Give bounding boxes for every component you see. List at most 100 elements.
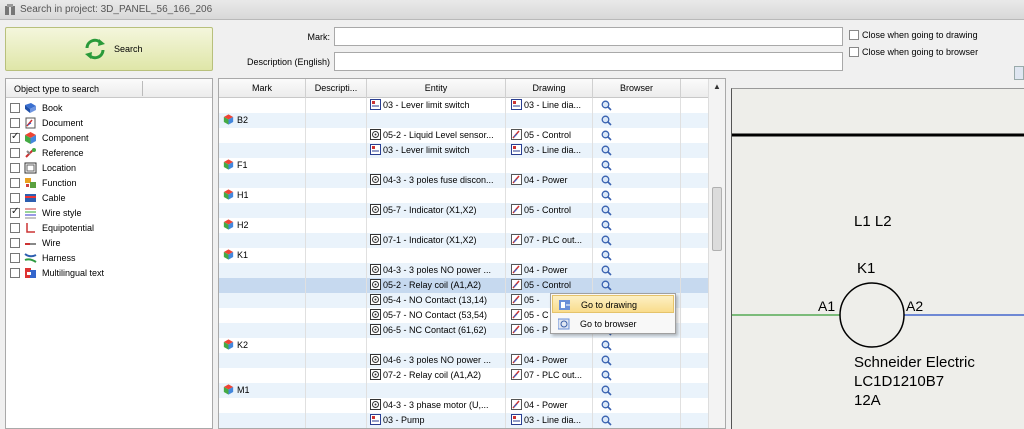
cell-browser[interactable] [593, 278, 681, 293]
results-scrollbar[interactable]: ▲ [708, 79, 725, 428]
table-row[interactable]: 05-2 - Relay coil (A1,A2) 05 - Control [219, 278, 709, 293]
table-row[interactable]: 05-2 - Liquid Level sensor... 05 - Contro… [219, 128, 709, 143]
group-row[interactable]: M1 [219, 383, 709, 398]
magnifier-icon[interactable] [601, 115, 612, 126]
magnifier-icon[interactable] [601, 415, 612, 426]
search-button[interactable]: Search [5, 27, 213, 71]
magnifier-icon[interactable] [601, 175, 612, 186]
checkbox[interactable] [10, 268, 20, 278]
cell-entity[interactable]: 04-3 - 3 poles fuse discon... [367, 173, 506, 188]
cell-entity[interactable]: 05-4 - NO Contact (13,14) [367, 293, 506, 308]
close-on-drawing-option[interactable]: Close when going to drawing [849, 30, 978, 40]
cell-drawing[interactable]: 07 - PLC out... [506, 233, 593, 248]
checkbox[interactable] [10, 206, 20, 218]
cell-drawing[interactable]: 03 - Line dia... [506, 413, 593, 428]
cell-entity[interactable]: 04-3 - 3 phase motor (U,... [367, 398, 506, 413]
checkbox[interactable] [10, 178, 20, 188]
table-row[interactable]: 03 - Lever limit switch 03 - Line dia... [219, 98, 709, 113]
close-on-drawing-checkbox[interactable] [849, 30, 859, 40]
relay-coil-symbol[interactable] [839, 282, 905, 348]
cell-browser[interactable] [593, 353, 681, 368]
column-header-mark[interactable]: Mark [219, 79, 306, 98]
cell-drawing[interactable]: 07 - PLC out... [506, 368, 593, 383]
group-row[interactable]: H1 [219, 188, 709, 203]
cell-browser[interactable] [593, 113, 681, 128]
magnifier-icon[interactable] [601, 145, 612, 156]
close-on-browser-checkbox[interactable] [849, 47, 859, 57]
description-input[interactable] [334, 52, 843, 71]
close-on-browser-option[interactable]: Close when going to browser [849, 47, 978, 57]
cell-entity[interactable]: 05-7 - NO Contact (53,54) [367, 308, 506, 323]
magnifier-icon[interactable] [601, 190, 612, 201]
column-header-entity[interactable]: Entity [367, 79, 506, 98]
cell-entity[interactable]: 07-2 - Relay coil (A1,A2) [367, 368, 506, 383]
magnifier-icon[interactable] [601, 265, 612, 276]
side-panel-button[interactable] [1014, 66, 1024, 80]
magnifier-icon[interactable] [601, 250, 612, 261]
checkbox[interactable] [10, 131, 20, 143]
cell-drawing[interactable]: 03 - Line dia... [506, 98, 593, 113]
group-row[interactable]: K1 [219, 248, 709, 263]
magnifier-icon[interactable] [601, 130, 612, 141]
menu-item-go-to-drawing[interactable]: Go to drawing [552, 295, 674, 313]
cell-drawing[interactable]: 04 - Power [506, 173, 593, 188]
magnifier-icon[interactable] [601, 385, 612, 396]
cell-drawing[interactable]: 04 - Power [506, 353, 593, 368]
checkbox[interactable] [10, 193, 20, 203]
magnifier-icon[interactable] [601, 235, 612, 246]
group-row[interactable]: K2 [219, 338, 709, 353]
cell-entity[interactable]: 07-1 - Indicator (X1,X2) [367, 233, 506, 248]
cell-drawing[interactable]: 03 - Line dia... [506, 143, 593, 158]
cell-browser[interactable] [593, 338, 681, 353]
mark-input[interactable] [334, 27, 843, 46]
cell-browser[interactable] [593, 188, 681, 203]
cell-browser[interactable] [593, 398, 681, 413]
magnifier-icon[interactable] [601, 355, 612, 366]
cell-entity[interactable]: 05-7 - Indicator (X1,X2) [367, 203, 506, 218]
cell-browser[interactable] [593, 263, 681, 278]
table-row[interactable]: 04-3 - 3 poles fuse discon... 04 - Power [219, 173, 709, 188]
cell-entity[interactable]: 03 - Pump [367, 413, 506, 428]
cell-browser[interactable] [593, 383, 681, 398]
checkbox[interactable] [10, 103, 20, 113]
cell-browser[interactable] [593, 203, 681, 218]
cell-entity[interactable]: 03 - Lever limit switch [367, 143, 506, 158]
cell-drawing[interactable]: 05 - Control [506, 128, 593, 143]
group-row[interactable]: H2 [219, 218, 709, 233]
cell-entity[interactable]: 05-2 - Relay coil (A1,A2) [367, 278, 506, 293]
cell-browser[interactable] [593, 368, 681, 383]
cell-browser[interactable] [593, 233, 681, 248]
drawing-preview[interactable]: L1 L2 K1 A1 A2 Schneider Electric LC1D12… [731, 88, 1024, 429]
table-row[interactable]: 04-3 - 3 phase motor (U,... 04 - Power [219, 398, 709, 413]
cell-browser[interactable] [593, 143, 681, 158]
table-row[interactable]: 04-6 - 3 poles NO power ... 04 - Power [219, 353, 709, 368]
results-grid[interactable]: Mark Descripti... Entity Drawing Browser… [218, 78, 726, 429]
cell-drawing[interactable]: 04 - Power [506, 263, 593, 278]
cell-browser[interactable] [593, 158, 681, 173]
magnifier-icon[interactable] [601, 205, 612, 216]
cell-entity[interactable]: 04-3 - 3 poles NO power ... [367, 263, 506, 278]
table-row[interactable]: 03 - Lever limit switch 03 - Line dia... [219, 143, 709, 158]
scroll-up-arrow-icon[interactable]: ▲ [713, 82, 721, 91]
checkbox[interactable] [10, 253, 20, 263]
cell-drawing[interactable]: 04 - Power [506, 398, 593, 413]
cell-drawing[interactable]: 05 - Control [506, 203, 593, 218]
magnifier-icon[interactable] [601, 280, 612, 291]
cell-entity[interactable]: 04-6 - 3 poles NO power ... [367, 353, 506, 368]
table-row[interactable]: 05-7 - Indicator (X1,X2) 05 - Control [219, 203, 709, 218]
cell-browser[interactable] [593, 98, 681, 113]
column-header-browser[interactable]: Browser [593, 79, 681, 98]
checkbox[interactable] [10, 238, 20, 248]
column-header-drawing[interactable]: Drawing [506, 79, 593, 98]
checkbox[interactable] [10, 148, 20, 158]
scrollbar-thumb[interactable] [712, 187, 722, 251]
table-row[interactable]: 07-2 - Relay coil (A1,A2) 07 - PLC out... [219, 368, 709, 383]
cell-entity[interactable]: 05-2 - Liquid Level sensor... [367, 128, 506, 143]
cell-drawing[interactable]: 05 - Control [506, 278, 593, 293]
cell-entity[interactable]: 06-5 - NC Contact (61,62) [367, 323, 506, 338]
column-header-description[interactable]: Descripti... [306, 79, 367, 98]
checkbox[interactable] [10, 118, 20, 128]
checkbox[interactable] [10, 163, 20, 173]
cell-browser[interactable] [593, 173, 681, 188]
magnifier-icon[interactable] [601, 220, 612, 231]
